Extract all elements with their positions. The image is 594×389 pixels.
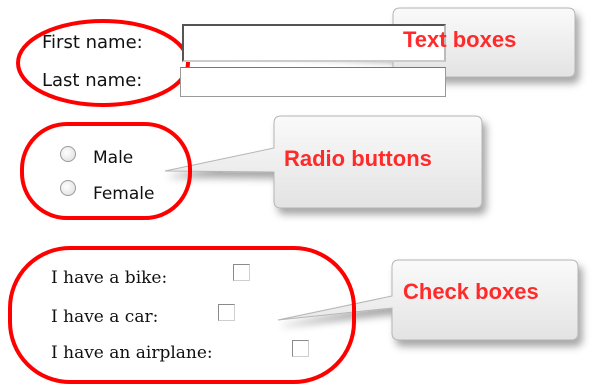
last-name-input[interactable] xyxy=(180,67,446,97)
female-radio[interactable] xyxy=(60,180,76,196)
bike-checkbox[interactable] xyxy=(233,264,250,281)
male-label: Male xyxy=(93,148,134,168)
male-radio[interactable] xyxy=(60,146,76,162)
first-name-label: First name: xyxy=(42,32,143,53)
car-label: I have a car: xyxy=(51,307,159,327)
callout-radio-buttons-label: Radio buttons xyxy=(284,146,432,171)
bike-label: I have a bike: xyxy=(51,268,168,288)
car-checkbox[interactable] xyxy=(218,304,235,321)
airplane-checkbox[interactable] xyxy=(292,340,309,357)
female-label: Female xyxy=(93,184,155,204)
airplane-label: I have an airplane: xyxy=(51,343,213,363)
last-name-label: Last name: xyxy=(42,70,143,91)
callout-text-boxes-label: Text boxes xyxy=(403,27,517,52)
callout-check-boxes-label: Check boxes xyxy=(403,279,539,304)
